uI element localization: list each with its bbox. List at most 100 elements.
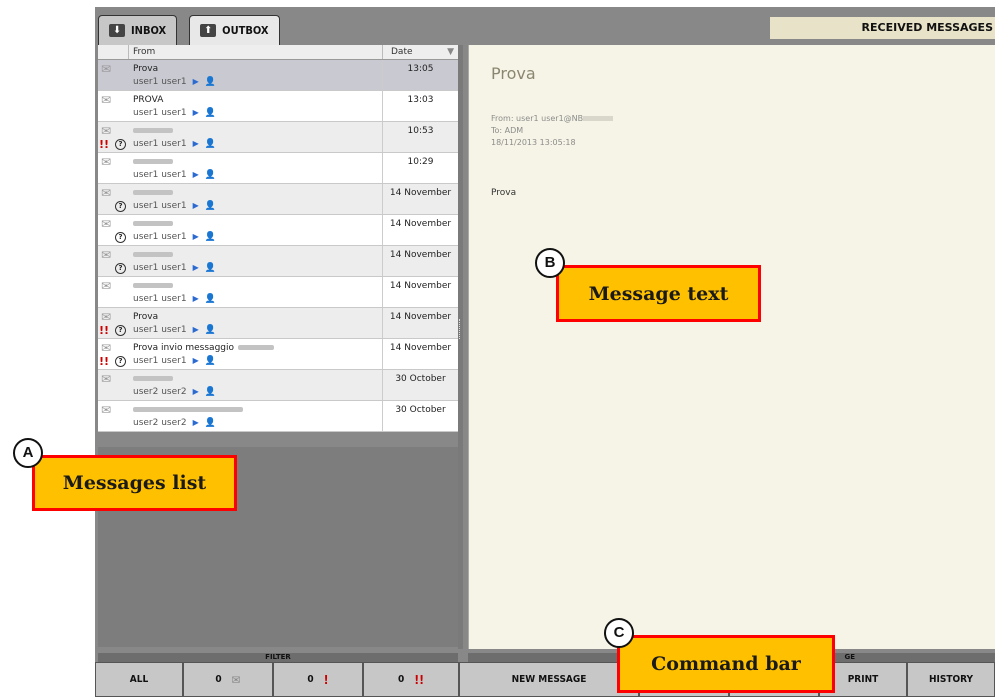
message-row[interactable]: ✉ PROVA user1 user1 ▶ 👤 13:03 <box>98 91 458 122</box>
message-row[interactable]: ✉? user1 user1 ▶ 👤 14 November <box>98 215 458 246</box>
row-status-icons: ✉ <box>98 277 129 307</box>
history-button[interactable]: HISTORY <box>907 662 995 697</box>
row-sender: user1 user1 ▶ 👤 <box>133 77 382 87</box>
message-row[interactable]: ✉ user2 user2 ▶ 👤 30 October <box>98 401 458 432</box>
column-from[interactable]: From <box>129 45 383 59</box>
row-date: 13:03 <box>407 95 434 105</box>
panel-splitter[interactable] <box>458 45 463 649</box>
play-arrow-icon: ▶ <box>192 418 199 427</box>
message-row[interactable]: ✉? user1 user1 ▶ 👤 14 November <box>98 246 458 277</box>
urgent-icon: !! <box>99 138 110 151</box>
question-icon: ? <box>115 232 126 243</box>
redacted-text <box>133 252 173 257</box>
filter-unread-button[interactable]: 0 ✉ <box>183 662 273 697</box>
outbox-icon: ⬆ <box>200 24 217 37</box>
row-subject <box>133 373 382 385</box>
row-status-icons: ✉ <box>98 401 129 431</box>
redacted-text <box>133 376 173 381</box>
row-subject <box>133 249 382 261</box>
envelope-icon: ✉ <box>101 93 112 107</box>
row-status-icons: ✉!!? <box>98 339 129 369</box>
callout-command-bar: Command bar <box>617 635 835 693</box>
bottom-labels: FILTER GE <box>98 653 995 662</box>
play-arrow-icon: ▶ <box>192 325 199 334</box>
callout-c-badge: C <box>604 618 634 648</box>
urgent-count: 0 <box>307 674 314 685</box>
question-icon: ? <box>115 201 126 212</box>
row-subject <box>133 218 382 230</box>
messaging-app: ⬇ INBOX ⬆ OUTBOX RECEIVED MESSAGES From … <box>95 7 995 697</box>
double-exclamation-icon: !! <box>414 672 425 687</box>
row-sender: user1 user1 ▶ 👤 <box>133 294 382 304</box>
row-status-icons: ✉!!? <box>98 122 129 152</box>
question-icon: ? <box>115 263 126 274</box>
row-subject <box>133 187 382 199</box>
row-sender-name: user2 user2 <box>133 387 187 397</box>
message-row[interactable]: ✉ user1 user1 ▶ 👤 14 November <box>98 277 458 308</box>
row-status-icons: ✉!!? <box>98 308 129 338</box>
person-icon: 👤 <box>204 77 216 87</box>
row-date: 14 November <box>389 343 452 353</box>
row-date: 14 November <box>389 188 452 198</box>
envelope-icon: ✉ <box>101 186 112 200</box>
row-sender: user1 user1 ▶ 👤 <box>133 356 382 366</box>
row-sender-name: user1 user1 <box>133 139 187 149</box>
redacted-text <box>133 221 173 226</box>
row-sender: user2 user2 ▶ 👤 <box>133 387 382 397</box>
row-date: 30 October <box>395 374 446 384</box>
sort-down-icon: ▼ <box>447 47 454 57</box>
play-arrow-icon: ▶ <box>192 201 199 210</box>
history-label: HISTORY <box>928 674 974 685</box>
row-sender-name: user1 user1 <box>133 108 187 118</box>
tab-inbox[interactable]: ⬇ INBOX <box>98 15 178 45</box>
row-status-icons: ✉? <box>98 184 129 214</box>
play-arrow-icon: ▶ <box>192 77 199 86</box>
tab-bar: ⬇ INBOX ⬆ OUTBOX <box>98 7 280 45</box>
person-icon: 👤 <box>204 325 216 335</box>
redacted-text <box>133 283 173 288</box>
message-row[interactable]: ✉!!? Prova user1 user1 ▶ 👤 14 November <box>98 308 458 339</box>
print-label: PRINT <box>847 674 879 685</box>
list-header: From Date ▼ <box>98 45 458 60</box>
filter-very-urgent-button[interactable]: 0 !! <box>363 662 459 697</box>
exclamation-icon: ! <box>323 672 329 687</box>
envelope-icon: ✉ <box>101 279 112 293</box>
row-subject <box>133 280 382 292</box>
row-status-icons: ✉ <box>98 153 129 183</box>
row-sender: user1 user1 ▶ 👤 <box>133 201 382 211</box>
row-from-cell: user1 user1 ▶ 👤 <box>129 215 383 245</box>
message-from: From: user1 user1@NB <box>491 113 614 125</box>
message-text-panel: Prova From: user1 user1@NB To: ADM 18/11… <box>468 45 995 649</box>
row-date: 14 November <box>389 312 452 322</box>
message-row[interactable]: ✉ user1 user1 ▶ 👤 10:29 <box>98 153 458 184</box>
message-row[interactable]: ✉ user2 user2 ▶ 👤 30 October <box>98 370 458 401</box>
message-datetime: 18/11/2013 13:05:18 <box>491 138 576 147</box>
message-row[interactable]: ✉? user1 user1 ▶ 👤 14 November <box>98 184 458 215</box>
callout-messages-list: Messages list <box>32 455 237 511</box>
row-from-cell: Prova user1 user1 ▶ 👤 <box>129 60 383 90</box>
play-arrow-icon: ▶ <box>192 139 199 148</box>
unread-count: 0 <box>215 674 222 685</box>
new-message-button[interactable]: NEW MESSAGE <box>459 662 639 697</box>
message-to: To: ADM <box>491 126 524 135</box>
row-sender-name: user1 user1 <box>133 232 187 242</box>
list-rows: ✉ Prova user1 user1 ▶ 👤 13:05 ✉ PROVA user1 user… <box>98 60 458 432</box>
message-row[interactable]: ✉!!? user1 user1 ▶ 👤 10:53 <box>98 122 458 153</box>
message-subject: Prova <box>491 64 536 83</box>
row-from-cell: user1 user1 ▶ 👤 <box>129 153 383 183</box>
redacted-text <box>133 407 243 412</box>
message-row[interactable]: ✉ Prova user1 user1 ▶ 👤 13:05 <box>98 60 458 91</box>
filter-label: FILTER <box>98 653 458 662</box>
row-sender-name: user2 user2 <box>133 418 187 428</box>
row-from-cell: user1 user1 ▶ 👤 <box>129 277 383 307</box>
column-date-label: Date <box>391 47 413 57</box>
filter-urgent-button[interactable]: 0 ! <box>273 662 363 697</box>
envelope-icon: ✉ <box>101 310 112 324</box>
message-row[interactable]: ✉!!? Prova invio messaggio user1 user1 ▶ 👤 14… <box>98 339 458 370</box>
row-date: 30 October <box>395 405 446 415</box>
row-date: 14 November <box>389 250 452 260</box>
tab-outbox[interactable]: ⬆ OUTBOX <box>189 15 280 45</box>
filter-all-button[interactable]: ALL <box>95 662 183 697</box>
row-status-icons: ✉ <box>98 60 129 90</box>
column-date[interactable]: Date ▼ <box>383 45 458 59</box>
